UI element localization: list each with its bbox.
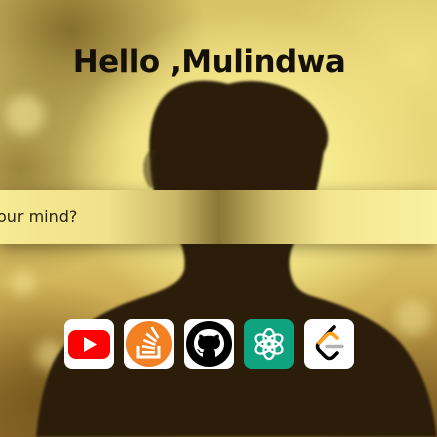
search-bar[interactable]: our mind? xyxy=(0,190,437,244)
leetcode-shortcut[interactable] xyxy=(304,319,354,369)
chatgpt-shortcut[interactable] xyxy=(244,319,294,369)
github-icon xyxy=(186,321,232,367)
app-dock xyxy=(64,319,356,371)
search-prompt-text[interactable]: our mind? xyxy=(0,207,77,226)
youtube-shortcut[interactable] xyxy=(64,319,114,369)
leetcode-icon xyxy=(315,325,344,361)
youtube-icon xyxy=(68,330,110,359)
stackoverflow-shortcut[interactable] xyxy=(124,319,174,369)
greeting-heading: Hello ,Mulindwa xyxy=(72,44,346,80)
github-shortcut[interactable] xyxy=(184,319,234,369)
chatgpt-icon xyxy=(254,327,284,361)
stackoverflow-icon xyxy=(126,321,172,367)
